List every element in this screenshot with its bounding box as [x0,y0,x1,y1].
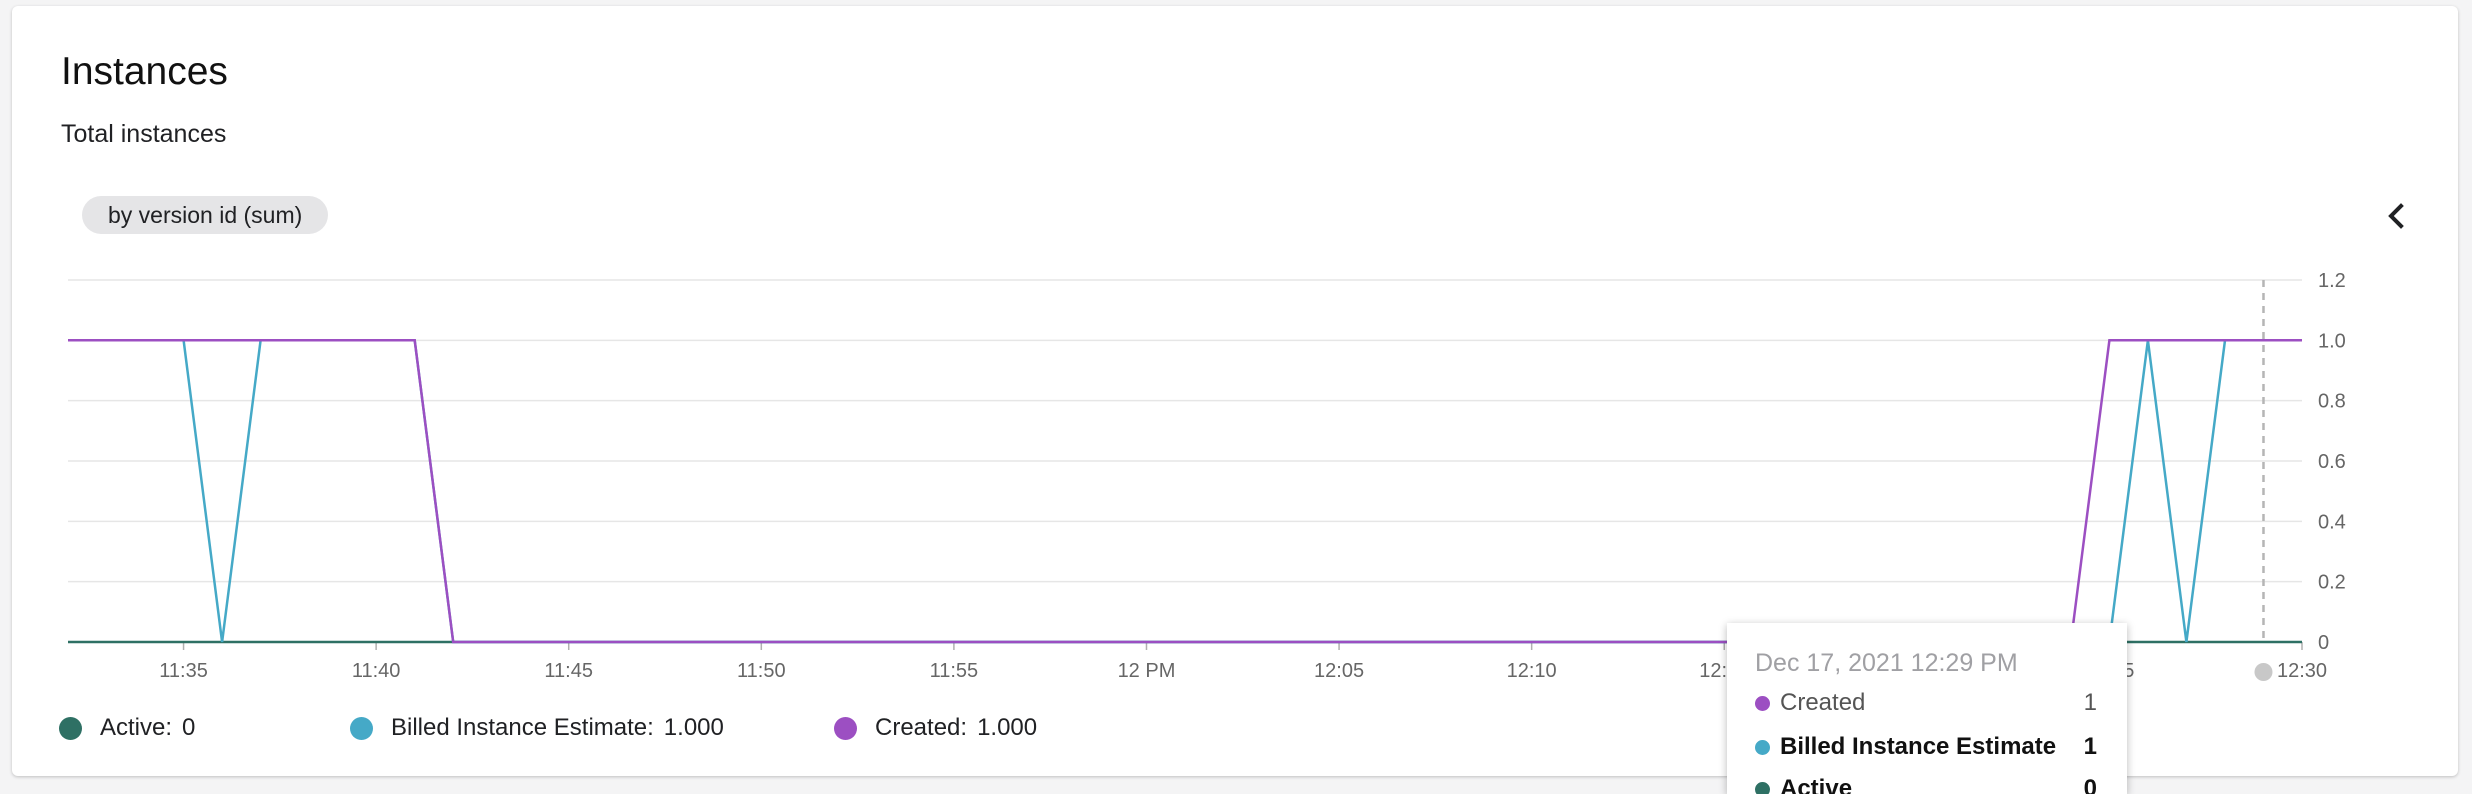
hover-tooltip: Dec 17, 2021 12:29 PM Created 1 Billed I… [1727,623,2127,794]
tooltip-timestamp: Dec 17, 2021 12:29 PM [1755,649,2018,677]
created-series-dot [834,716,857,740]
legend-label-created: Created: [875,714,968,741]
tooltip-value-active: 0 [2083,775,2097,794]
active-series-dot [59,716,82,740]
billed-series-dot [350,716,373,740]
legend-item-created[interactable]: Created: 1.000 [834,710,1037,746]
x-tick-label: 11:35 [159,660,208,682]
tooltip-name-billed: Billed Instance Estimate [1780,733,2057,760]
y-tick-label: 0 [2318,632,2329,654]
x-tick-label: 12:10 [1507,660,1557,682]
hover-cursor-marker [2254,663,2273,681]
legend-item-billed[interactable]: Billed Instance Estimate: 1.000 [350,710,724,746]
legend-label-active: Active: [100,714,173,741]
y-tick-label: 1.2 [2318,270,2346,292]
y-tick-label: 0.8 [2318,391,2346,413]
tooltip-value-created: 1 [2083,689,2097,716]
x-tick-label: 11:40 [352,660,401,682]
tooltip-value-billed: 1 [2083,733,2097,760]
active-series-dot [1755,781,1770,794]
y-tick-label: 0.4 [2318,511,2346,533]
tooltip-name-active: Active [1780,775,1853,794]
tooltip-row-billed: Billed Instance Estimate 1 [1755,731,2105,763]
x-tick-label: 11:50 [737,660,786,682]
series-line-created [68,339,2302,644]
series-line-billed [68,339,2302,644]
x-tick-label: 11:55 [930,660,979,682]
billed-series-dot [1755,739,1770,755]
tooltip-row-active: Active 0 [1755,773,2105,794]
y-tick-label: 0.6 [2318,451,2346,473]
created-series-dot [1755,695,1770,711]
y-tick-label: 0.2 [2318,572,2346,594]
legend-value-created: 1.000 [977,714,1038,741]
tooltip-row-created: Created 1 [1755,687,2105,719]
legend-label-billed: Billed Instance Estimate: [391,714,654,741]
y-tick-label: 1.0 [2318,330,2346,352]
tooltip-name-created: Created [1780,689,1866,716]
x-tick-label: 12:05 [1314,660,1364,682]
x-tick-label: 11:45 [544,660,593,682]
legend-value-active: 0 [182,714,196,741]
x-tick-label: 12:30 [2277,660,2327,682]
legend-item-active[interactable]: Active: 0 [59,710,195,746]
legend-value-billed: 1.000 [663,714,724,741]
x-tick-label: 12 PM [1118,660,1176,682]
